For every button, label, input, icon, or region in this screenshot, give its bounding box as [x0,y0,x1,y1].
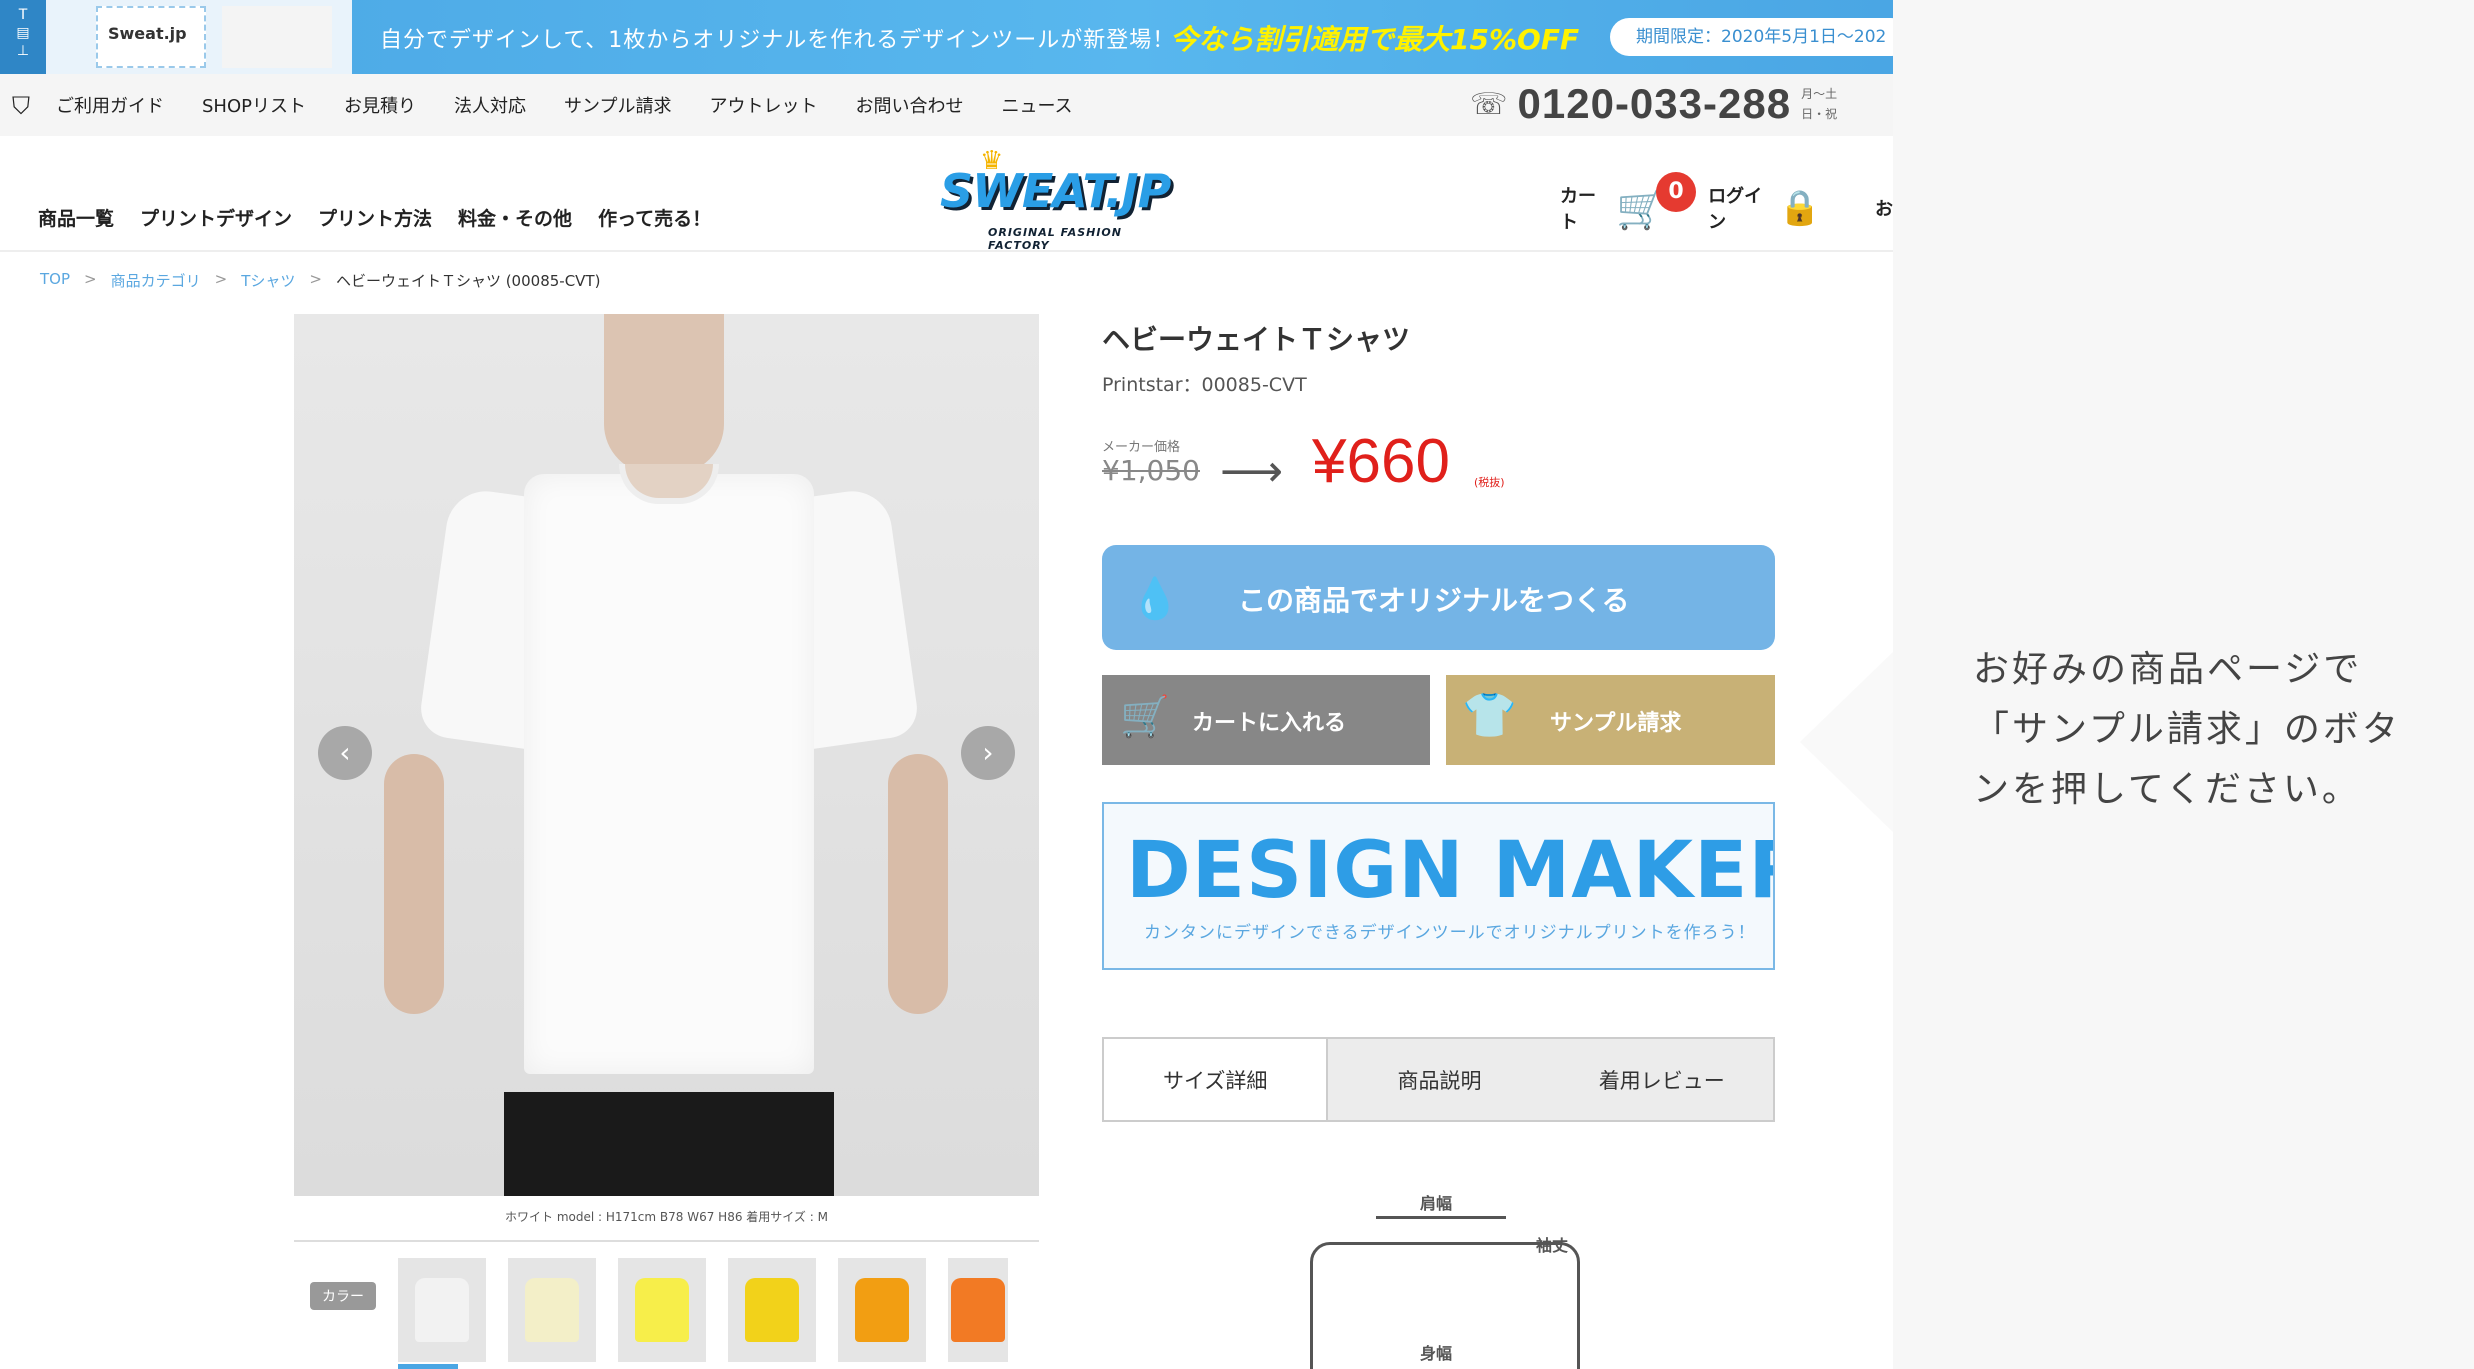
color-thumb-gold[interactable] [838,1258,926,1362]
sale-price: ¥660 [1312,427,1450,496]
tab-reviews[interactable]: 着用レビュー [1550,1039,1773,1120]
color-thumbnails: カラー [294,1240,1039,1369]
banner-design-thumb: Sweat.jp [96,6,206,68]
product-code: Printstar：00085-CVT [1102,374,1307,396]
product-main-image: ‹ › [294,314,1039,1196]
cart-label[interactable]: カート [1560,182,1602,234]
breadcrumb-tshirt[interactable]: Tシャツ [241,270,295,291]
shoulder-label: 肩幅 [1420,1194,1453,1213]
banner-period: 期間限定：2020年5月1日〜202 [1610,18,1893,56]
main-nav-sell[interactable]: 作って売る！ [598,204,711,231]
nav-estimate[interactable]: お見積り [344,92,416,118]
design-tool-icon: T ▤ ⊥ [0,0,46,74]
banner-text: 自分でデザインして、1枚からオリジナルを作れるデザインツールが新登場！ [380,28,1176,53]
logo-wordmark: SWEAT.JP [940,164,1171,218]
website-screenshot: T ▤ ⊥ Sweat.jp 自分でデザインして、1枚からオリジナルを作れるデザイン… [0,0,1893,1369]
size-diagram: 肩幅 袖丈 身幅 [1290,1176,1600,1369]
promo-banner[interactable]: T ▤ ⊥ Sweat.jp 自分でデザインして、1枚からオリジナルを作れるデザイン… [0,0,1893,74]
breadcrumb: TOP > 商品カテゴリ > Tシャツ > ヘビーウェイトＴシャツ (00085… [40,270,600,291]
price-arrow-icon: ⟶ [1220,446,1284,497]
nav-guide[interactable]: ご利用ガイド [56,92,164,118]
cart-count-badge: 0 [1656,172,1696,212]
phone-contact[interactable]: ☏ 0120-033-288 月〜土 日・祝 [1470,80,1837,128]
header-more-label[interactable]: お [1875,195,1893,221]
color-thumb-lemon[interactable] [618,1258,706,1362]
design-maker-title: DESIGN MAKER [1126,826,1775,916]
site-logo[interactable]: ♛ SWEAT.JP ORIGINAL FASHION FACTORY [930,146,1171,252]
design-maker-banner[interactable]: DESIGN MAKER カンタンにデザインできるデザインツールでオリジナルプリ… [1102,802,1775,970]
lock-icon[interactable]: 🔒 [1779,188,1821,228]
shoulder-line [1376,1216,1506,1219]
banner-offer: 今なら割引適用で最大15%OFF [1170,23,1580,56]
instruction-text: お好みの商品ページで「サンプル請求」のボタンを押してください。 [1973,649,2401,810]
breadcrumb-category[interactable]: 商品カテゴリ [111,270,201,291]
body-width-label: 身幅 [1420,1344,1453,1363]
utility-nav-items: ご利用ガイド SHOPリスト お見積り 法人対応 サンプル請求 アウトレット お… [56,74,1073,136]
guide-book-icon: ⛉ [12,92,30,120]
phone-number: 0120-033-288 [1517,80,1792,127]
utility-nav: ⛉ ご利用ガイド SHOPリスト お見積り 法人対応 サンプル請求 アウトレット… [0,74,1893,136]
main-nav-print-design[interactable]: プリントデザイン [140,204,292,231]
color-thumb-cream[interactable] [508,1258,596,1362]
tab-description[interactable]: 商品説明 [1326,1039,1551,1120]
tshirt-icon: 👕 [1462,690,1517,741]
callout-pointer [1800,652,1893,832]
image-caption: ホワイト model : H171cm B78 W67 H86 着用サイズ : … [505,1210,828,1224]
banner-shirt-thumb [222,6,332,68]
freedial-icon: ☏ [1470,86,1508,122]
nav-outlet[interactable]: アウトレット [709,92,817,118]
product-title: ヘビーウェイトＴシャツ [1102,323,1411,356]
main-nav-print-method[interactable]: プリント方法 [318,204,432,231]
water-drop-icon: 💧 [1130,576,1180,622]
create-original-label: この商品でオリジナルをつくる [1238,584,1630,617]
breadcrumb-separator: > [84,270,97,288]
tax-note: (税抜) [1474,476,1505,489]
white-tshirt [417,434,921,1074]
sample-request-label: サンプル請求 [1550,711,1682,736]
gallery-next-button[interactable]: › [961,726,1015,780]
cart-icon: 🛒 [1120,694,1170,740]
banner-thumb-logo: Sweat.jp [108,24,187,43]
main-nav-pricing[interactable]: 料金・その他 [458,204,572,231]
phone-hours: 月〜土 日・祝 [1801,87,1838,121]
tab-size-details[interactable]: サイズ詳細 [1104,1039,1327,1120]
color-label: カラー [310,1282,376,1310]
instruction-panel: お好みの商品ページで「サンプル請求」のボタンを押してください。 [1893,0,2474,1369]
nav-corporate[interactable]: 法人対応 [454,92,526,118]
logo-tagline: ORIGINAL FASHION FACTORY [988,226,1122,252]
breadcrumb-separator: > [309,270,322,288]
color-thumb-white[interactable] [398,1258,486,1362]
thumb-active-indicator [398,1364,458,1369]
main-nav-products[interactable]: 商品一覧 [38,204,114,231]
banner-preview: T ▤ ⊥ Sweat.jp [0,0,352,74]
design-maker-subtitle: カンタンにデザインできるデザインツールでオリジナルプリントを作ろう！ [1144,923,1756,943]
maker-price: ¥1,050 [1102,454,1200,487]
nav-news[interactable]: ニュース [1001,92,1072,118]
login-label[interactable]: ログイン [1708,182,1764,234]
product-tabs: サイズ詳細 商品説明 着用レビュー [1102,1037,1775,1122]
sample-request-button[interactable]: 👕 サンプル請求 [1446,675,1775,765]
gallery-prev-button[interactable]: ‹ [318,726,372,780]
breadcrumb-current: ヘビーウェイトＴシャツ (00085-CVT) [335,272,601,290]
model-pants [504,1092,834,1196]
create-original-button[interactable]: 💧 この商品でオリジナルをつくる [1102,545,1775,650]
nav-shop-list[interactable]: SHOPリスト [202,92,306,118]
color-thumb-orange[interactable] [948,1258,1008,1362]
maker-price-label: メーカー価格 [1102,440,1181,455]
add-to-cart-button[interactable]: 🛒 カートに入れる [1102,675,1430,765]
breadcrumb-top[interactable]: TOP [40,270,70,291]
site-header: 商品一覧 プリントデザイン プリント方法 料金・その他 作って売る！ ♛ SWE… [0,136,1893,252]
nav-sample-request[interactable]: サンプル請求 [564,92,671,118]
add-to-cart-label: カートに入れる [1192,711,1347,736]
main-nav: 商品一覧 プリントデザイン プリント方法 料金・その他 作って売る！ [38,204,711,231]
color-thumb-yellow[interactable] [728,1258,816,1362]
header-actions: カート 🛒 0 ログイン 🔒 お [1560,172,1893,234]
nav-contact[interactable]: お問い合わせ [855,92,963,118]
breadcrumb-separator: > [214,270,228,288]
